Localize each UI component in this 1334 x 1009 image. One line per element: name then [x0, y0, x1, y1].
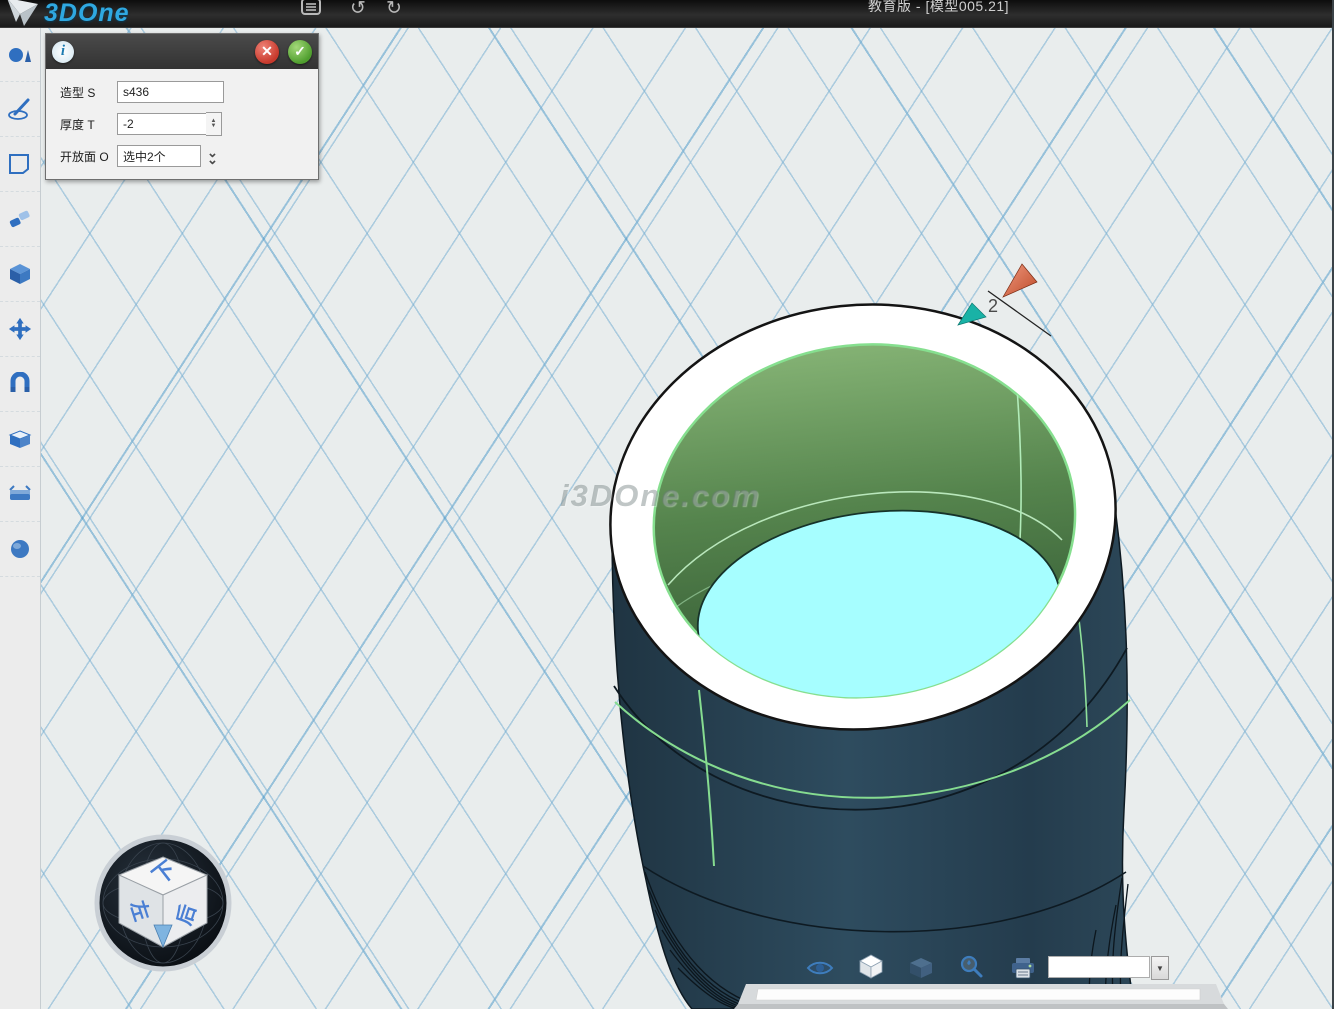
- view-dropdown-input[interactable]: [1048, 956, 1150, 978]
- sidebar-item-sketch-plane[interactable]: [0, 137, 40, 192]
- render-button[interactable]: [1008, 954, 1038, 982]
- expand-chevron-icon[interactable]: ⌄ ⌄: [207, 149, 218, 163]
- spinner-down-icon[interactable]: ▼: [211, 124, 217, 129]
- move-arrows-icon: [7, 317, 33, 341]
- effects-box-icon: [7, 427, 33, 451]
- undo-icon[interactable]: ↺: [350, 0, 366, 20]
- sidebar-item-primitive-shapes[interactable]: [0, 27, 40, 82]
- primitive-shapes-icon: [7, 42, 33, 66]
- solid-cube-icon: [7, 262, 33, 286]
- printer-icon: [1010, 956, 1036, 980]
- view-dropdown: ▼: [1048, 956, 1169, 980]
- zoom-button[interactable]: [956, 953, 986, 981]
- shell-dialog: i ✕ ✓ 造型 S 厚度 T ▲ ▼ 开放面 O ⌄ ⌄: [45, 33, 319, 180]
- thickness-input[interactable]: [117, 113, 206, 135]
- shape-field-label: 造型 S: [60, 84, 117, 101]
- title-bar: 3DOne ↺ ↻ 教育版 - [模型005.21]: [0, 0, 1334, 28]
- thickness-field-label: 厚度 T: [60, 116, 117, 133]
- document-icon[interactable]: [300, 0, 322, 22]
- sidebar-item-effects[interactable]: [0, 412, 40, 467]
- magnifier-icon: [958, 954, 984, 980]
- sidebar-item-sketch[interactable]: [0, 82, 40, 137]
- thickness-spinner[interactable]: ▲ ▼: [206, 112, 222, 136]
- magnet-icon: [7, 372, 33, 396]
- solid-cube-dark-icon: [908, 956, 934, 980]
- visibility-button[interactable]: [805, 954, 835, 982]
- sphere-icon: [7, 537, 33, 561]
- shape-input[interactable]: [117, 81, 224, 103]
- logo-arrow-icon: [4, 0, 44, 30]
- dialog-header: i ✕ ✓: [46, 34, 318, 69]
- sidebar-item-assembly[interactable]: [0, 357, 40, 412]
- ground-slab: [734, 984, 1228, 1009]
- app-logo: 3DOne: [4, 0, 130, 30]
- solid-view-button[interactable]: [906, 954, 936, 982]
- dialog-body: 造型 S 厚度 T ▲ ▼ 开放面 O ⌄ ⌄: [46, 69, 318, 179]
- sidebar-item-container[interactable]: [0, 467, 40, 522]
- dropdown-arrow-icon[interactable]: ▼: [1151, 956, 1169, 980]
- sketch-pen-icon: [7, 97, 33, 121]
- info-icon[interactable]: i: [52, 41, 74, 63]
- shaded-cube-icon: [858, 953, 884, 979]
- sidebar-item-solid[interactable]: [0, 247, 40, 302]
- sidebar-item-move[interactable]: [0, 302, 40, 357]
- sidebar-item-trim[interactable]: [0, 192, 40, 247]
- sketch-plane-icon: [7, 152, 33, 176]
- cancel-button[interactable]: ✕: [255, 40, 279, 64]
- red-cone-handle[interactable]: [1003, 264, 1037, 297]
- view-cube[interactable]: 下 左 后: [93, 833, 233, 973]
- logo-text: 3DOne: [44, 0, 130, 28]
- left-toolbar: [0, 27, 41, 1009]
- watermark: i3DOne.com: [560, 478, 761, 514]
- confirm-button[interactable]: ✓: [288, 40, 312, 64]
- redo-icon[interactable]: ↻: [386, 0, 402, 20]
- open-face-field-label: 开放面 O: [60, 148, 117, 165]
- sidebar-item-render[interactable]: [0, 522, 40, 577]
- window-title: 教育版 - [模型005.21]: [868, 0, 1009, 16]
- trim-eraser-icon: [7, 207, 33, 231]
- eye-icon: [806, 958, 834, 978]
- open-face-input[interactable]: [117, 145, 201, 167]
- tray-container-icon: [7, 482, 33, 506]
- shaded-view-button[interactable]: [856, 952, 886, 980]
- handle-value-label: 2: [988, 296, 998, 316]
